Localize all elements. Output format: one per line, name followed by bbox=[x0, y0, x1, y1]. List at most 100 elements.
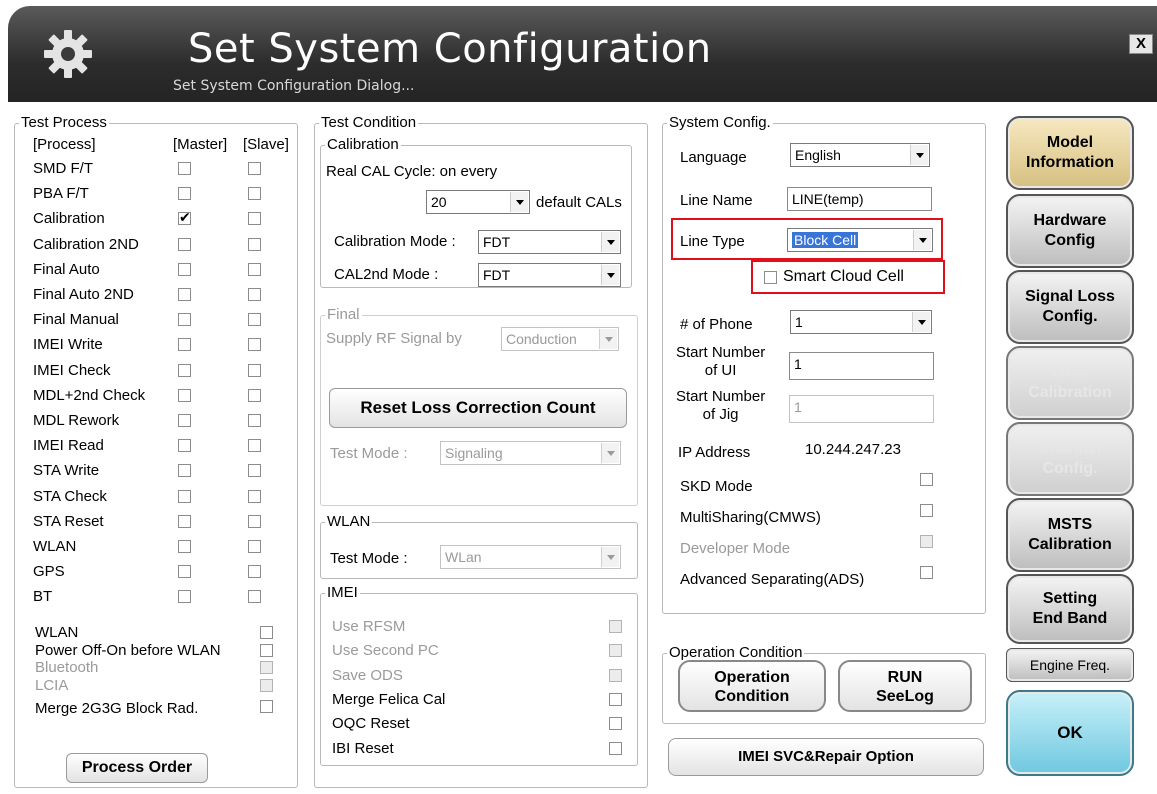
imei-option-checkbox[interactable] bbox=[609, 692, 622, 706]
slave-checkbox[interactable] bbox=[248, 388, 261, 402]
slave-checkbox[interactable] bbox=[248, 212, 261, 226]
run-seelog-button[interactable]: RUN SeeLog bbox=[838, 660, 972, 712]
imei-legend: IMEI bbox=[327, 584, 358, 601]
slave-checkbox[interactable] bbox=[248, 590, 261, 604]
process-option-checkbox[interactable] bbox=[260, 626, 273, 639]
slave-checkbox[interactable] bbox=[248, 363, 261, 377]
signal-loss-config-button[interactable]: Signal Loss Config. bbox=[1006, 270, 1134, 344]
wlan-test-mode-select[interactable]: WLan bbox=[440, 545, 621, 569]
process-row-label: MDL+2nd Check bbox=[33, 386, 146, 404]
master-checkbox[interactable] bbox=[178, 590, 191, 604]
slave-checkbox[interactable] bbox=[248, 540, 261, 553]
slave-checkbox[interactable] bbox=[248, 187, 261, 201]
master-checkbox[interactable] bbox=[178, 162, 191, 175]
master-checkbox[interactable] bbox=[178, 464, 191, 478]
master-checkbox[interactable] bbox=[178, 489, 191, 503]
master-checkbox[interactable] bbox=[178, 565, 191, 579]
system-flag-checkbox[interactable] bbox=[920, 566, 933, 579]
final-test-mode-select[interactable]: Signaling bbox=[440, 441, 621, 465]
master-checkbox[interactable] bbox=[178, 363, 191, 377]
imei-option-checkbox[interactable] bbox=[609, 644, 622, 658]
chevron-down-icon[interactable] bbox=[910, 145, 928, 165]
master-checkbox[interactable] bbox=[178, 237, 191, 251]
slave-checkbox[interactable] bbox=[248, 162, 261, 175]
process-option-label: Merge 2G3G Block Rad. bbox=[35, 700, 199, 717]
chevron-down-icon[interactable] bbox=[601, 265, 619, 285]
master-checkbox[interactable] bbox=[178, 388, 191, 402]
master-checkbox[interactable] bbox=[178, 414, 191, 427]
chevron-down-icon[interactable] bbox=[510, 192, 528, 212]
master-checkbox[interactable]: ✔ bbox=[178, 209, 191, 226]
start-jig-input[interactable]: 1 bbox=[789, 395, 934, 423]
master-checkbox[interactable] bbox=[178, 187, 191, 201]
slave-checkbox[interactable] bbox=[248, 514, 261, 528]
slave-checkbox[interactable] bbox=[248, 489, 261, 503]
operation-condition-legend: Operation Condition bbox=[669, 644, 803, 661]
chevron-down-icon[interactable] bbox=[912, 312, 930, 332]
imei-svc-repair-button[interactable]: IMEI SVC&Repair Option bbox=[668, 738, 984, 776]
system-flag-checkbox[interactable] bbox=[920, 535, 933, 548]
loss-calibration-button[interactable]: Loss Calibration bbox=[1006, 346, 1134, 420]
model-button-line1: Model bbox=[1046, 134, 1094, 151]
operation-condition-button[interactable]: Operation Condition bbox=[678, 660, 826, 712]
close-button[interactable]: X bbox=[1129, 34, 1153, 54]
cal-cycle-select[interactable]: 20 bbox=[426, 190, 530, 214]
chevron-down-icon[interactable] bbox=[599, 329, 617, 349]
model-information-button[interactable]: Model Information bbox=[1006, 116, 1134, 190]
chevron-down-icon[interactable] bbox=[913, 230, 931, 250]
smart-cloud-checkbox[interactable] bbox=[764, 271, 777, 284]
process-option-checkbox[interactable] bbox=[260, 661, 273, 674]
process-option-checkbox[interactable] bbox=[260, 678, 273, 692]
ok-button[interactable]: OK bbox=[1006, 690, 1134, 776]
master-checkbox[interactable] bbox=[178, 338, 191, 352]
phones-select[interactable]: 1 bbox=[790, 310, 932, 334]
process-row-label: IMEI Check bbox=[33, 361, 111, 379]
master-checkbox[interactable] bbox=[178, 262, 191, 276]
start-ui-label: Start Number of UI bbox=[676, 344, 765, 380]
slave-checkbox[interactable] bbox=[248, 288, 261, 301]
engine-freq-button[interactable]: Engine Freq. bbox=[1006, 648, 1134, 682]
cal-mode-select[interactable]: FDT bbox=[478, 230, 621, 254]
process-option-checkbox[interactable] bbox=[260, 643, 273, 657]
process-order-button[interactable]: Process Order bbox=[66, 753, 208, 783]
col-master-header: [Master] bbox=[173, 136, 228, 153]
cal2nd-mode-select[interactable]: FDT bbox=[478, 263, 621, 287]
start-ui-input[interactable]: 1 bbox=[789, 352, 934, 380]
chevron-down-icon[interactable] bbox=[601, 232, 619, 252]
chevron-down-icon[interactable] bbox=[601, 443, 619, 463]
master-checkbox[interactable] bbox=[178, 439, 191, 453]
setting-end-band-button[interactable]: Setting End Band bbox=[1006, 574, 1134, 644]
slave-checkbox[interactable] bbox=[248, 262, 261, 276]
line-type-select[interactable]: Block Cell bbox=[787, 228, 933, 252]
process-row-label: Final Manual bbox=[33, 311, 119, 329]
slave-checkbox[interactable] bbox=[248, 565, 261, 579]
imei-option-checkbox[interactable] bbox=[609, 620, 622, 633]
line-name-input[interactable]: LINE(temp) bbox=[787, 187, 932, 211]
supply-rf-select[interactable]: Conduction bbox=[501, 327, 619, 351]
imei-option-checkbox[interactable] bbox=[609, 668, 622, 682]
imei-option-checkbox[interactable] bbox=[609, 741, 622, 755]
slave-checkbox[interactable] bbox=[248, 439, 261, 453]
channel-config-button[interactable]: Channel Config. bbox=[1006, 422, 1134, 496]
dialog-subtitle: Set System Configuration Dialog... bbox=[173, 78, 415, 94]
process-row-label: MDL Rework bbox=[33, 412, 120, 429]
master-checkbox[interactable] bbox=[178, 288, 191, 301]
slave-checkbox[interactable] bbox=[248, 464, 261, 478]
language-select[interactable]: English bbox=[790, 143, 930, 167]
slave-checkbox[interactable] bbox=[248, 414, 261, 427]
slave-checkbox[interactable] bbox=[248, 237, 261, 251]
process-option-checkbox[interactable] bbox=[260, 700, 273, 713]
reset-loss-correction-button[interactable]: Reset Loss Correction Count bbox=[329, 388, 627, 428]
master-checkbox[interactable] bbox=[178, 514, 191, 528]
imei-option-checkbox[interactable] bbox=[609, 717, 622, 731]
system-flag-checkbox[interactable] bbox=[920, 473, 933, 486]
hardware-config-button[interactable]: Hardware Config bbox=[1006, 194, 1134, 268]
msts-calibration-button[interactable]: MSTS Calibration bbox=[1006, 498, 1134, 572]
slave-checkbox[interactable] bbox=[248, 313, 261, 327]
system-flag-checkbox[interactable] bbox=[920, 504, 933, 517]
slave-checkbox[interactable] bbox=[248, 338, 261, 352]
chevron-down-icon[interactable] bbox=[601, 547, 619, 567]
setting-button-line2: End Band bbox=[1032, 610, 1108, 627]
master-checkbox[interactable] bbox=[178, 313, 191, 327]
master-checkbox[interactable] bbox=[178, 540, 191, 553]
